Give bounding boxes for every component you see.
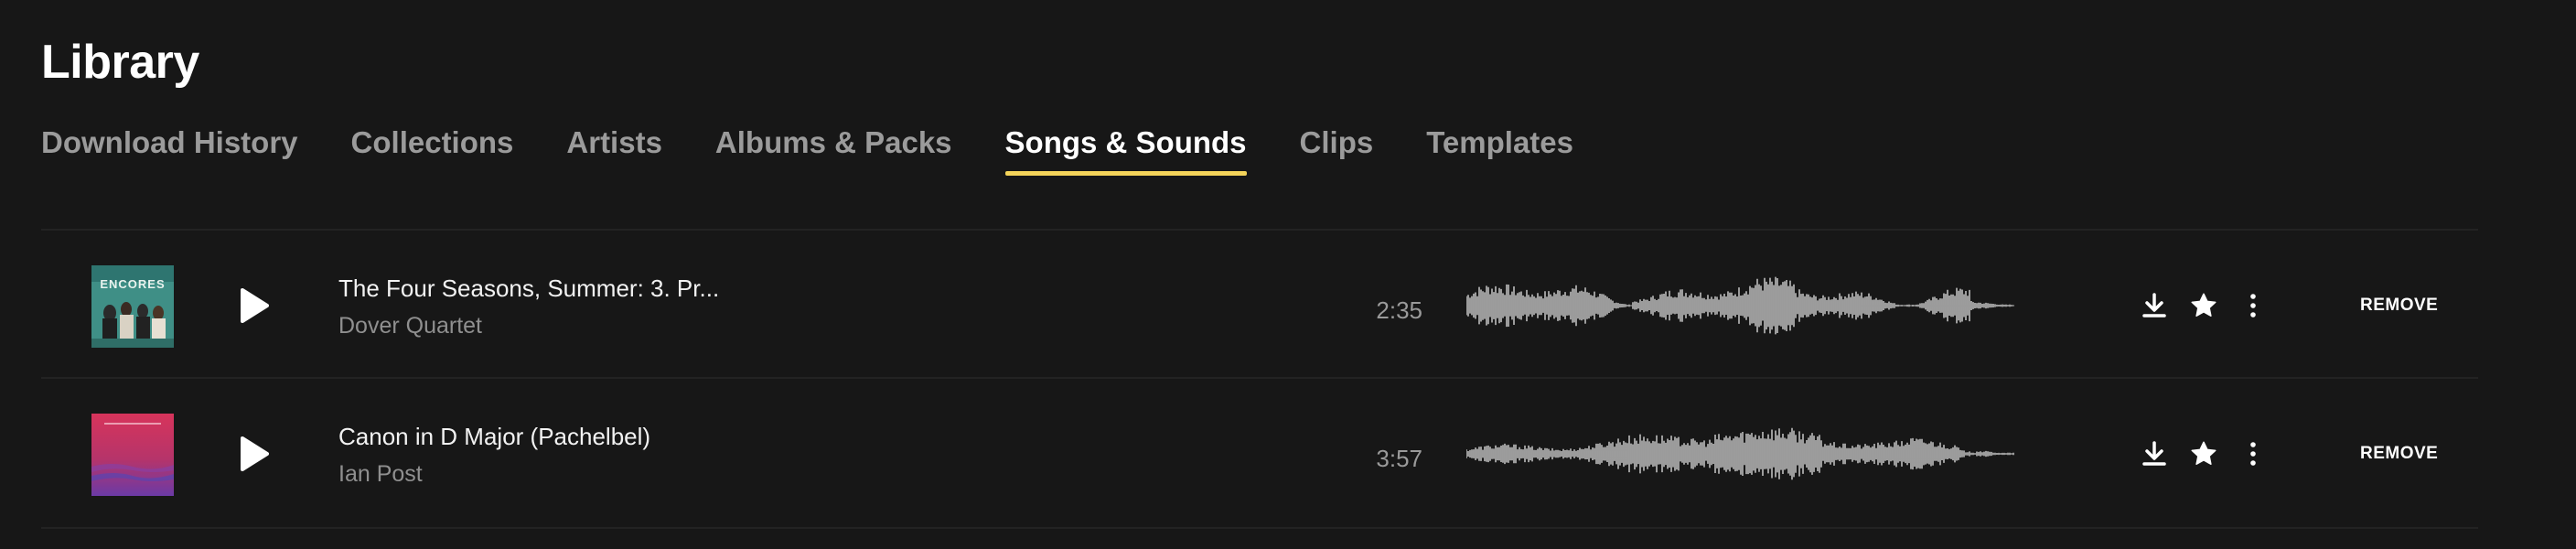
play-button[interactable] bbox=[236, 285, 273, 326]
favorite-button[interactable] bbox=[2187, 289, 2220, 322]
track-duration: 2:35 bbox=[1376, 296, 1422, 324]
play-button[interactable] bbox=[236, 434, 273, 474]
tab-albums-packs[interactable]: Albums & Packs bbox=[715, 123, 952, 176]
track-title[interactable]: Canon in D Major (Pachelbel) bbox=[338, 421, 650, 452]
remove-button[interactable]: REMOVE bbox=[2360, 291, 2438, 320]
waveform-path bbox=[1466, 276, 2014, 335]
track-row: ENCORES The Four Seasons, Summer: 3. Pr.… bbox=[41, 231, 2478, 379]
library-tabs: Download History Collections Artists Alb… bbox=[41, 123, 1573, 176]
download-icon bbox=[2142, 441, 2166, 466]
favorite-button[interactable] bbox=[2187, 437, 2220, 470]
album-art[interactable] bbox=[91, 414, 174, 496]
more-options-button[interactable] bbox=[2237, 437, 2270, 470]
waveform-path bbox=[1466, 427, 2014, 480]
track-artist[interactable]: Ian Post bbox=[338, 459, 423, 489]
more-vertical-icon bbox=[2250, 442, 2256, 466]
track-row: Canon in D Major (Pachelbel) Ian Post 3:… bbox=[41, 379, 2478, 527]
page-title: Library bbox=[41, 36, 199, 89]
track-duration: 3:57 bbox=[1376, 445, 1422, 472]
album-art[interactable]: ENCORES bbox=[91, 265, 174, 348]
track-artist[interactable]: Dover Quartet bbox=[338, 311, 482, 340]
list-divider bbox=[41, 527, 2478, 529]
tab-download-history[interactable]: Download History bbox=[41, 123, 298, 176]
download-button[interactable] bbox=[2138, 289, 2171, 322]
star-icon bbox=[2191, 293, 2216, 317]
tab-clips[interactable]: Clips bbox=[1300, 123, 1374, 176]
download-button[interactable] bbox=[2138, 437, 2171, 470]
play-icon bbox=[241, 436, 269, 471]
tab-songs-sounds[interactable]: Songs & Sounds bbox=[1004, 123, 1247, 176]
album-art-text: ENCORES bbox=[100, 277, 165, 291]
tab-collections[interactable]: Collections bbox=[351, 123, 514, 176]
waveform[interactable] bbox=[1466, 423, 2015, 485]
download-icon bbox=[2142, 293, 2166, 318]
more-vertical-icon bbox=[2250, 294, 2256, 318]
play-icon bbox=[241, 288, 269, 323]
remove-button[interactable]: REMOVE bbox=[2360, 439, 2438, 468]
track-title[interactable]: The Four Seasons, Summer: 3. Pr... bbox=[338, 273, 719, 304]
more-options-button[interactable] bbox=[2237, 289, 2270, 322]
star-icon bbox=[2191, 441, 2216, 465]
tab-artists[interactable]: Artists bbox=[566, 123, 662, 176]
tab-templates[interactable]: Templates bbox=[1426, 123, 1573, 176]
waveform[interactable] bbox=[1466, 274, 2015, 337]
